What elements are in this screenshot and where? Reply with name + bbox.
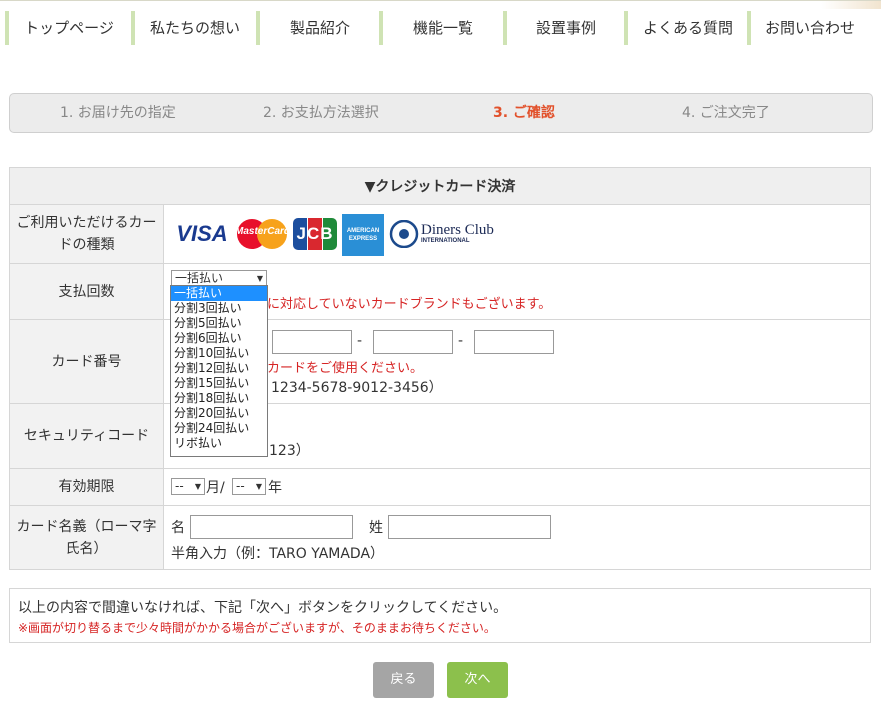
- security-code-example: 123）: [269, 443, 310, 459]
- step-1: 1. お届け先の指定: [60, 105, 176, 121]
- nav-label: トップページ: [24, 19, 114, 37]
- last-name-input[interactable]: [388, 515, 551, 539]
- installments-option[interactable]: 分割20回払い: [171, 406, 267, 421]
- installments-option[interactable]: 分割24回払い: [171, 421, 267, 436]
- card-number-example: 1234-5678-9012-3456）: [271, 380, 443, 396]
- card-number-input-4[interactable]: [474, 330, 554, 354]
- nav-item-contact[interactable]: お問い合わせ: [747, 11, 869, 45]
- mastercard-logo: MasterCard: [235, 218, 290, 250]
- nav-label: お問い合わせ: [764, 19, 855, 37]
- top-nav: トップページ 私たちの想い 製品紹介 機能一覧 設置事例 よくある質問 お問い合…: [0, 0, 881, 53]
- installments-option[interactable]: 分割15回払い: [171, 376, 267, 391]
- installments-option[interactable]: 分割12回払い: [171, 361, 267, 376]
- expiry-month-select[interactable]: -- ▼: [171, 478, 205, 495]
- card-number-input-2[interactable]: [272, 330, 352, 354]
- installments-option[interactable]: 分割5回払い: [171, 316, 267, 331]
- card-types-label: ご利用いただけるカードの種類: [9, 204, 164, 264]
- installments-label: 支払回数: [9, 263, 164, 320]
- card-number-cell: - - カードをご使用ください。 1234-5678-9012-3456）: [163, 319, 871, 404]
- nav-item-products[interactable]: 製品紹介: [256, 11, 380, 45]
- last-name-label: 姓: [369, 520, 383, 536]
- credit-card-form: ▼クレジットカード決済 ご利用いただけるカードの種類 VISA MasterCa…: [9, 167, 871, 570]
- installments-cell: 一括払い ▼ に対応していないカードブランドもございます。: [163, 263, 871, 320]
- nav-label: 機能一覧: [412, 19, 473, 37]
- notice-line-1: 以上の内容で間違いなければ、下記「次へ」ボタンをクリックしてください。: [18, 600, 508, 616]
- back-button[interactable]: 戻る: [373, 662, 434, 698]
- nav-label: 私たちの想い: [149, 19, 240, 37]
- installments-option[interactable]: 分割3回払い: [171, 301, 267, 316]
- installments-option[interactable]: 分割10回払い: [171, 346, 267, 361]
- card-name-cell: 名 姓 半角入力（例：TARO YAMADA）: [163, 505, 871, 570]
- security-code-cell: 123）: [163, 403, 871, 469]
- step-4: 4. ご注文完了: [682, 105, 770, 121]
- installments-option[interactable]: 分割6回払い: [171, 331, 267, 346]
- installments-selected: 一括払い: [175, 271, 224, 285]
- visa-logo: VISA: [176, 221, 228, 246]
- expiry-year-unit: 年: [268, 480, 282, 496]
- first-name-label: 名: [171, 520, 185, 536]
- nav-label: 製品紹介: [289, 19, 350, 37]
- installments-option[interactable]: 一括払い: [171, 286, 267, 301]
- card-logos: VISA MasterCard JCB AMERICAN EXPRESS Din…: [163, 204, 871, 264]
- step-3-current: 3. ご確認: [493, 105, 555, 121]
- card-number-separator: -: [458, 333, 464, 349]
- confirmation-notice: 以上の内容で間違いなければ、下記「次へ」ボタンをクリックしてください。 ※画面が…: [9, 588, 871, 643]
- card-number-note: カードをご使用ください。: [267, 361, 424, 376]
- form-title: ▼クレジットカード決済: [9, 167, 871, 205]
- expiry-year-select[interactable]: -- ▼: [232, 478, 266, 495]
- card-number-label: カード番号: [9, 319, 164, 404]
- dropdown-arrow-icon: ▼: [255, 482, 262, 491]
- installments-note: に対応していないカードブランドもございます。: [267, 297, 552, 312]
- dropdown-arrow-icon: ▼: [256, 274, 263, 283]
- amex-logo: AMERICAN EXPRESS: [342, 214, 384, 256]
- installments-option[interactable]: リボ払い: [171, 436, 267, 451]
- expiry-label: 有効期限: [9, 468, 164, 506]
- nav-item-faq[interactable]: よくある質問: [624, 11, 748, 45]
- step-2: 2. お支払方法選択: [263, 105, 379, 121]
- expiry-month-value: --: [175, 479, 184, 493]
- dropdown-arrow-icon: ▼: [194, 482, 201, 491]
- notice-line-2: ※画面が切り替るまで少々時間がかかる場合がございますが、そのままお待ちください。: [18, 621, 496, 635]
- nav-item-our-thoughts[interactable]: 私たちの想い: [131, 11, 255, 45]
- expiry-year-value: --: [236, 479, 245, 493]
- nav-item-top[interactable]: トップページ: [5, 11, 129, 45]
- nav-label: よくある質問: [642, 19, 733, 37]
- card-name-label: カード名義（ローマ字氏名）: [9, 505, 164, 570]
- nav-label: 設置事例: [535, 19, 596, 37]
- installments-dropdown-list: 一括払い 分割3回払い 分割5回払い 分割6回払い 分割10回払い 分割12回払…: [170, 285, 268, 457]
- jcb-logo: JCB: [293, 218, 337, 250]
- installments-option[interactable]: 分割18回払い: [171, 391, 267, 406]
- card-number-input-3[interactable]: [373, 330, 453, 354]
- diners-club-logo: Diners Club INTERNATIONAL: [389, 220, 494, 248]
- expiry-cell: -- ▼ 月/ -- ▼ 年: [163, 468, 871, 506]
- nav-item-features[interactable]: 機能一覧: [379, 11, 503, 45]
- header-decoration: [821, 1, 881, 9]
- checkout-steps: 1. お届け先の指定 2. お支払方法選択 3. ご確認 4. ご注文完了: [9, 93, 873, 133]
- nav-item-cases[interactable]: 設置事例: [503, 11, 625, 45]
- first-name-input[interactable]: [190, 515, 353, 539]
- security-code-label: セキュリティコード: [9, 403, 164, 469]
- name-hint: 半角入力（例：TARO YAMADA）: [171, 546, 385, 562]
- next-button[interactable]: 次へ: [447, 662, 508, 698]
- card-number-separator: -: [357, 333, 363, 349]
- expiry-month-unit: 月/: [206, 480, 225, 496]
